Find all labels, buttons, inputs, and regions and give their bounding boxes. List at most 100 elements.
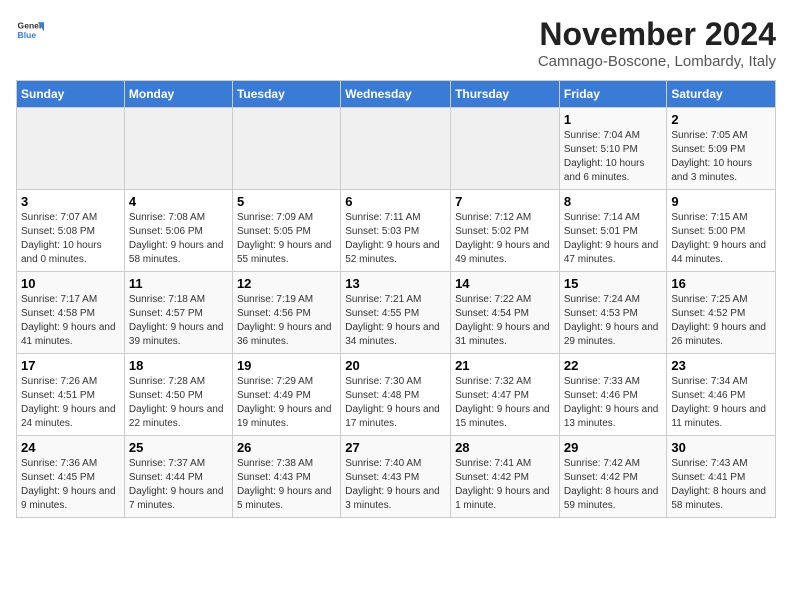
day-number: 24 [21,440,120,455]
calendar-cell: 1 Sunrise: 7:04 AM Sunset: 5:10 PM Daylig… [559,108,667,190]
day-number: 5 [237,194,336,209]
calendar-cell: 10 Sunrise: 7:17 AM Sunset: 4:58 PM Dayli… [17,272,125,354]
day-number: 25 [129,440,228,455]
day-info: Sunrise: 7:29 AM Sunset: 4:49 PM Dayligh… [237,375,336,431]
calendar-table: SundayMondayTuesdayWednesdayThursdayFrid… [16,80,776,518]
calendar-cell: 2 Sunrise: 7:05 AM Sunset: 5:09 PM Daylig… [667,108,776,190]
svg-text:Blue: Blue [18,30,37,40]
calendar-cell: 19Sunrise: 7:29 AM Sunset: 4:49 PM Dayli… [232,354,340,436]
week-row-4: 17Sunrise: 7:26 AM Sunset: 4:51 PM Dayli… [17,354,776,436]
weekday-header-wednesday: Wednesday [341,81,451,108]
day-number: 18 [129,358,228,373]
day-number: 13 [345,276,446,291]
day-number: 23 [671,358,771,373]
weekday-header-tuesday: Tuesday [232,81,340,108]
day-number: 11 [129,276,228,291]
calendar-cell: 28 Sunrise: 7:41 AM Sunset: 4:42 PM Dayli… [451,436,560,518]
day-info: Sunrise: 7:22 AM Sunset: 4:54 PM Dayligh… [455,293,555,349]
calendar-cell: 23 Sunrise: 7:34 AM Sunset: 4:46 PM Dayli… [667,354,776,436]
calendar-cell: 26 Sunrise: 7:38 AM Sunset: 4:43 PM Dayli… [232,436,340,518]
day-number: 10 [21,276,120,291]
day-number: 30 [671,440,771,455]
day-number: 17 [21,358,120,373]
weekday-header-monday: Monday [124,81,232,108]
calendar-cell [124,108,232,190]
day-info: Sunrise: 7:41 AM Sunset: 4:42 PM Dayligh… [455,457,555,513]
calendar-cell: 13Sunrise: 7:21 AM Sunset: 4:55 PM Dayli… [341,272,451,354]
week-row-5: 24Sunrise: 7:36 AM Sunset: 4:45 PM Dayli… [17,436,776,518]
day-number: 15 [564,276,663,291]
calendar-cell: 24Sunrise: 7:36 AM Sunset: 4:45 PM Dayli… [17,436,125,518]
day-number: 9 [671,194,771,209]
calendar-cell [341,108,451,190]
day-info: Sunrise: 7:43 AM Sunset: 4:41 PM Dayligh… [671,457,771,513]
day-number: 2 [671,112,771,127]
calendar-cell: 21 Sunrise: 7:32 AM Sunset: 4:47 PM Dayli… [451,354,560,436]
day-number: 27 [345,440,446,455]
calendar-cell: 6 Sunrise: 7:11 AM Sunset: 5:03 PM Daylig… [341,190,451,272]
page-header: General Blue November 2024 Camnago-Bosco… [16,16,776,70]
calendar-cell: 3Sunrise: 7:07 AM Sunset: 5:08 PM Daylig… [17,190,125,272]
day-number: 8 [564,194,663,209]
calendar-cell: 30 Sunrise: 7:43 AM Sunset: 4:41 PM Dayli… [667,436,776,518]
day-number: 29 [564,440,663,455]
day-info: Sunrise: 7:11 AM Sunset: 5:03 PM Dayligh… [345,211,446,267]
day-info: Sunrise: 7:18 AM Sunset: 4:57 PM Dayligh… [129,293,228,349]
day-info: Sunrise: 7:30 AM Sunset: 4:48 PM Dayligh… [345,375,446,431]
day-info: Sunrise: 7:08 AM Sunset: 5:06 PM Dayligh… [129,211,228,267]
day-number: 22 [564,358,663,373]
calendar-cell: 20 Sunrise: 7:30 AM Sunset: 4:48 PM Dayli… [341,354,451,436]
weekday-header-sunday: Sunday [17,81,125,108]
calendar-cell: 4 Sunrise: 7:08 AM Sunset: 5:06 PM Daylig… [124,190,232,272]
weekday-header-row: SundayMondayTuesdayWednesdayThursdayFrid… [17,81,776,108]
day-number: 26 [237,440,336,455]
calendar-cell: 29 Sunrise: 7:42 AM Sunset: 4:42 PM Dayli… [559,436,667,518]
day-number: 12 [237,276,336,291]
calendar-cell: 15 Sunrise: 7:24 AM Sunset: 4:53 PM Dayli… [559,272,667,354]
calendar-cell: 7Sunrise: 7:12 AM Sunset: 5:02 PM Daylig… [451,190,560,272]
day-info: Sunrise: 7:04 AM Sunset: 5:10 PM Dayligh… [564,129,663,185]
week-row-2: 3Sunrise: 7:07 AM Sunset: 5:08 PM Daylig… [17,190,776,272]
day-info: Sunrise: 7:32 AM Sunset: 4:47 PM Dayligh… [455,375,555,431]
day-number: 1 [564,112,663,127]
day-info: Sunrise: 7:24 AM Sunset: 4:53 PM Dayligh… [564,293,663,349]
day-info: Sunrise: 7:38 AM Sunset: 4:43 PM Dayligh… [237,457,336,513]
calendar-cell: 18 Sunrise: 7:28 AM Sunset: 4:50 PM Dayli… [124,354,232,436]
day-number: 20 [345,358,446,373]
day-info: Sunrise: 7:42 AM Sunset: 4:42 PM Dayligh… [564,457,663,513]
calendar-cell: 14 Sunrise: 7:22 AM Sunset: 4:54 PM Dayli… [451,272,560,354]
day-info: Sunrise: 7:40 AM Sunset: 4:43 PM Dayligh… [345,457,446,513]
month-title: November 2024 [538,16,776,53]
location-title: Camnago-Boscone, Lombardy, Italy [538,53,776,70]
logo-icon: General Blue [16,16,44,44]
day-info: Sunrise: 7:14 AM Sunset: 5:01 PM Dayligh… [564,211,663,267]
weekday-header-friday: Friday [559,81,667,108]
weekday-header-saturday: Saturday [667,81,776,108]
logo: General Blue [16,16,44,44]
day-info: Sunrise: 7:28 AM Sunset: 4:50 PM Dayligh… [129,375,228,431]
calendar-cell [17,108,125,190]
day-number: 28 [455,440,555,455]
day-number: 4 [129,194,228,209]
day-number: 21 [455,358,555,373]
title-area: November 2024 Camnago-Boscone, Lombardy,… [538,16,776,70]
day-info: Sunrise: 7:15 AM Sunset: 5:00 PM Dayligh… [671,211,771,267]
day-info: Sunrise: 7:17 AM Sunset: 4:58 PM Dayligh… [21,293,120,349]
calendar-cell: 17Sunrise: 7:26 AM Sunset: 4:51 PM Dayli… [17,354,125,436]
week-row-3: 10 Sunrise: 7:17 AM Sunset: 4:58 PM Dayli… [17,272,776,354]
day-info: Sunrise: 7:37 AM Sunset: 4:44 PM Dayligh… [129,457,228,513]
day-info: Sunrise: 7:12 AM Sunset: 5:02 PM Dayligh… [455,211,555,267]
day-info: Sunrise: 7:34 AM Sunset: 4:46 PM Dayligh… [671,375,771,431]
day-info: Sunrise: 7:05 AM Sunset: 5:09 PM Dayligh… [671,129,771,185]
weekday-header-thursday: Thursday [451,81,560,108]
calendar-cell [232,108,340,190]
calendar-cell: 16Sunrise: 7:25 AM Sunset: 4:52 PM Dayli… [667,272,776,354]
calendar-cell: 27 Sunrise: 7:40 AM Sunset: 4:43 PM Dayli… [341,436,451,518]
calendar-cell: 5Sunrise: 7:09 AM Sunset: 5:05 PM Daylig… [232,190,340,272]
day-number: 6 [345,194,446,209]
day-number: 3 [21,194,120,209]
day-number: 14 [455,276,555,291]
day-info: Sunrise: 7:33 AM Sunset: 4:46 PM Dayligh… [564,375,663,431]
calendar-cell: 22 Sunrise: 7:33 AM Sunset: 4:46 PM Dayli… [559,354,667,436]
calendar-cell: 9 Sunrise: 7:15 AM Sunset: 5:00 PM Daylig… [667,190,776,272]
